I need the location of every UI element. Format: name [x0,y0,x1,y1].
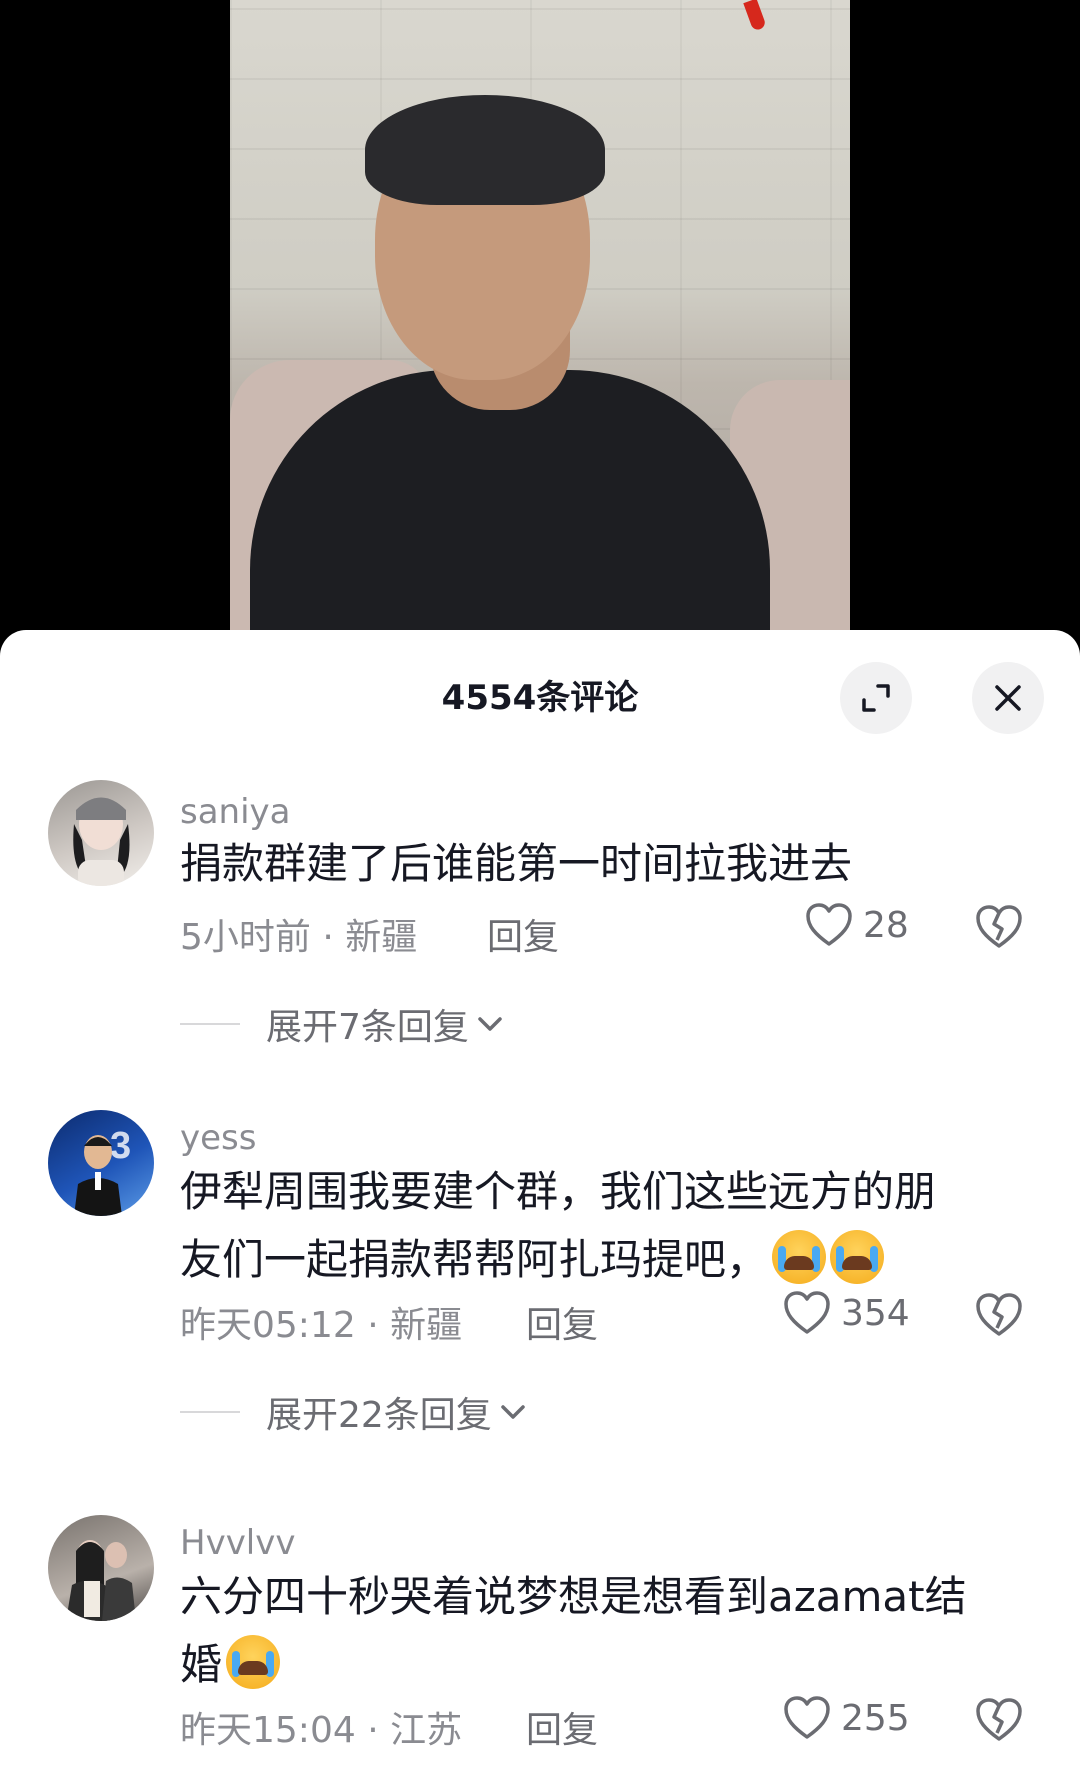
expand-icon [862,684,890,712]
heart-outline-icon [784,1291,830,1334]
comment-text-line: 六分四十秒哭着说梦想是想看到azamat结 [180,1572,967,1621]
broken-heart-icon [976,905,1022,948]
comment-meta: 5小时前 · 新疆 [180,917,418,958]
comment-text: 捐款群建了后谁能第一时间拉我进去 [180,839,853,888]
avatar[interactable] [48,1515,154,1621]
video-player[interactable] [0,0,1080,640]
video-frame [230,0,850,640]
comment-item: 3 yess 伊犁周围我要建个群，我们这些远方的朋 友们一起捐款帮帮阿扎玛提吧，… [0,1110,1080,1480]
heart-outline-icon [806,903,852,946]
avatar[interactable] [48,780,154,886]
loudly-crying-face-icon [226,1635,281,1689]
like-button[interactable]: 255 [783,1695,910,1741]
sheet-header: 4554条评论 [0,630,1080,750]
comment-item: saniya 捐款群建了后谁能第一时间拉我进去 5小时前 · 新疆 回复 28 … [0,780,1080,1080]
dislike-button[interactable] [975,1697,1023,1747]
like-count: 28 [863,904,909,946]
comment-text: 六分四十秒哭着说梦想是想看到azamat结 婚 [180,1563,1020,1699]
comment-text: 伊犁周围我要建个群，我们这些远方的朋 友们一起捐款帮帮阿扎玛提吧， [180,1158,1020,1294]
comment-username[interactable]: yess [180,1118,256,1158]
svg-text:3: 3 [110,1125,131,1167]
expand-replies-label: 展开22条回复 [266,1395,492,1436]
expand-replies-label: 展开7条回复 [266,1007,469,1048]
broken-heart-icon [976,1293,1022,1336]
like-count: 255 [841,1697,910,1739]
divider [180,1023,240,1025]
reply-button[interactable]: 回复 [526,1296,598,1348]
comment-username[interactable]: Hvvlvv [180,1523,296,1563]
heart-outline-icon [784,1696,830,1739]
chevron-down-icon [478,1017,502,1031]
comment-meta: 昨天15:04 · 江苏 [180,1710,463,1751]
comment-text-line: 伊犁周围我要建个群，我们这些远方的朋 [180,1167,937,1216]
dislike-button[interactable] [975,1292,1023,1342]
divider [180,1411,240,1413]
reply-button[interactable]: 回复 [526,1701,598,1753]
chevron-down-icon [501,1405,525,1419]
comments-count-title: 4554条评论 [441,678,639,718]
reply-button[interactable]: 回复 [487,908,559,960]
loudly-crying-face-icon [772,1230,827,1284]
dislike-button[interactable] [975,904,1023,954]
expand-replies[interactable]: 展开22条回复 [180,1386,530,1438]
avatar[interactable]: 3 [48,1110,154,1216]
expand-button[interactable] [840,662,912,734]
expand-replies[interactable]: 展开7条回复 [180,998,507,1050]
comment-item: Hvvlvv 六分四十秒哭着说梦想是想看到azamat结 婚 昨天15:04 ·… [0,1515,1080,1791]
comment-text-line: 婚 [180,1640,223,1689]
close-icon [995,685,1021,711]
close-button[interactable] [972,662,1044,734]
comment-text-line-2: 友们一起捐款帮帮阿扎玛提吧， [180,1226,1020,1294]
like-button[interactable]: 28 [805,902,909,948]
like-button[interactable]: 354 [783,1290,910,1336]
broken-heart-icon [976,1698,1022,1741]
comment-username[interactable]: saniya [180,792,291,832]
like-count: 354 [841,1292,910,1334]
comment-text-line-2: 婚 [180,1631,1020,1699]
comment-meta: 昨天05:12 · 新疆 [180,1305,463,1346]
comments-sheet: 4554条评论 saniya 捐款群建了后谁能第一时间拉我进去 5小时前 · 新… [0,630,1080,1791]
comment-text-line: 友们一起捐款帮帮阿扎玛提吧， [180,1235,769,1284]
person-hair [365,95,605,205]
loudly-crying-face-icon [830,1230,885,1284]
